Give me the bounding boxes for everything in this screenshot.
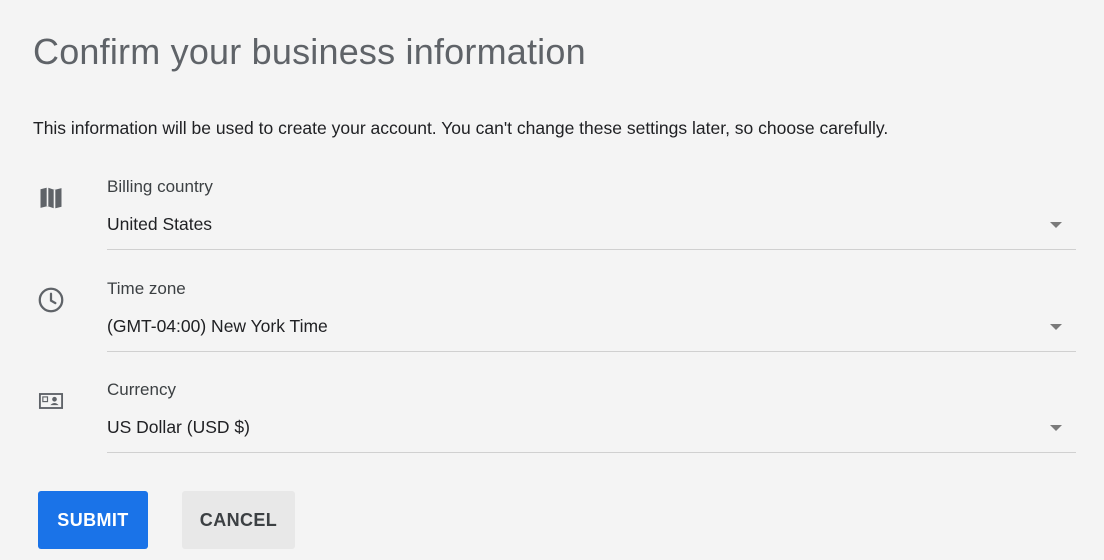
chevron-down-icon[interactable] xyxy=(1050,324,1062,330)
confirm-business-info-page: Confirm your business information This i… xyxy=(0,0,1104,560)
chevron-down-icon[interactable] xyxy=(1050,222,1062,228)
form-actions: SUBMIT CANCEL xyxy=(38,491,295,549)
time-zone-label: Time zone xyxy=(107,279,186,298)
time-zone-value: (GMT-04:00) New York Time xyxy=(107,316,328,336)
billing-country-value: United States xyxy=(107,214,213,234)
page-title: Confirm your business information xyxy=(33,31,586,72)
chevron-down-icon[interactable] xyxy=(1050,425,1062,431)
page-description: This information will be used to create … xyxy=(33,118,889,138)
time-zone-select[interactable]: Time zone (GMT-04:00) New York Time xyxy=(107,272,1076,352)
currency-bill-icon xyxy=(35,385,67,417)
billing-country-row: Billing country United States xyxy=(0,170,1104,260)
submit-button[interactable]: SUBMIT xyxy=(38,491,148,549)
map-icon xyxy=(35,182,67,214)
currency-label: Currency xyxy=(107,380,176,399)
time-zone-row: Time zone (GMT-04:00) New York Time xyxy=(0,272,1104,362)
cancel-button[interactable]: CANCEL xyxy=(182,491,295,549)
billing-country-select[interactable]: Billing country United States xyxy=(107,170,1076,250)
currency-value: US Dollar (USD $) xyxy=(107,417,250,437)
billing-country-label: Billing country xyxy=(107,177,213,196)
clock-icon xyxy=(35,284,67,316)
currency-select[interactable]: Currency US Dollar (USD $) xyxy=(107,373,1076,453)
currency-row: Currency US Dollar (USD $) xyxy=(0,373,1104,463)
